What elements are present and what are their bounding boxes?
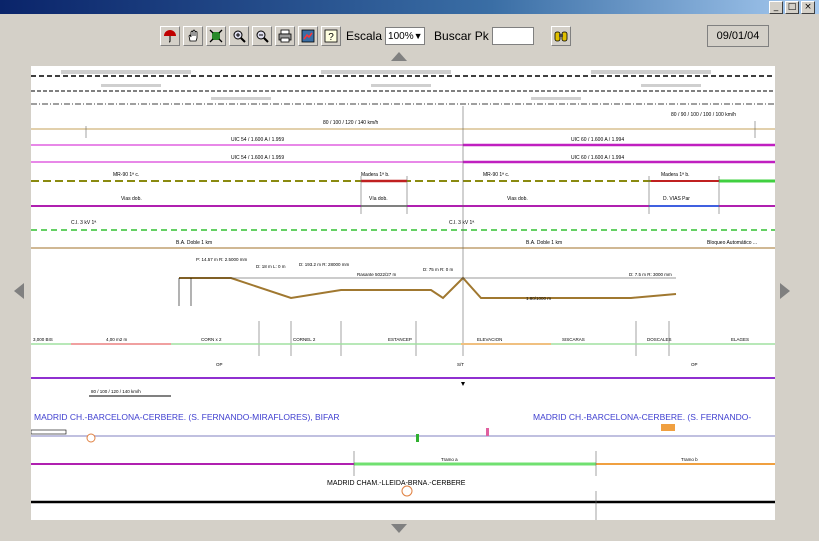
ballast-mid-label: Vía dob. xyxy=(369,196,388,202)
window-title-bar xyxy=(0,0,819,14)
zoom-fit-button[interactable] xyxy=(206,26,226,46)
profile-note-2: D: 18 m L: 0 m xyxy=(256,264,286,269)
catenary-right-label: C.I. 3 kV 1ª xyxy=(449,220,474,226)
zoom-fit-icon xyxy=(209,29,223,43)
station-1: 4,00 m2 m xyxy=(106,337,128,342)
scale-select[interactable]: 100% ▼ xyxy=(385,27,426,45)
rail-right-2-label: UIC 60 / 1.600 A / 1.994 xyxy=(571,155,624,161)
sleeper-left-label: MR-90 1ª c. xyxy=(113,172,139,178)
catenary-left-label: C.I. 3 kV 1ª xyxy=(71,220,96,226)
search-pk-label: Buscar Pk xyxy=(434,29,489,43)
sleeper-right-label: MR-90 1ª c. xyxy=(483,172,509,178)
sleeper-mid-label: Madera 1ª b. xyxy=(361,172,390,178)
section-mid-label: Tramo a xyxy=(441,457,458,462)
line-diagram-canvas[interactable]: 80 / 100 / 120 / 140 km/h 80 / 90 / 100 … xyxy=(30,66,775,520)
binoculars-icon xyxy=(554,31,568,42)
print-icon xyxy=(278,29,292,43)
search-pk-button[interactable] xyxy=(550,26,571,46)
toolbar: ? Escala 100% ▼ Buscar Pk xyxy=(160,24,615,48)
hand-tool-button[interactable] xyxy=(183,26,203,46)
route-black-label: MADRID CHAM.-LLEIDA-BRNA.-CERBERE xyxy=(327,480,466,487)
hand-icon xyxy=(188,29,198,42)
profile-note-4: Rasante 5022/27 m xyxy=(357,272,397,277)
profile-note-3: D: 193.2 m R: 28000 mm xyxy=(299,262,350,267)
date-display: 09/01/04 xyxy=(707,25,769,47)
op-mid-label: S/T xyxy=(457,362,464,367)
umbrella-icon xyxy=(164,30,176,43)
station-2: CORN x 2 xyxy=(201,337,222,342)
zoom-in-button[interactable] xyxy=(229,26,249,46)
op-right-label: OP xyxy=(691,362,698,367)
speed-top-right-label: 80 / 90 / 100 / 100 / 100 km/h xyxy=(671,112,736,118)
zoom-out-icon xyxy=(256,30,269,43)
ballast-right-label: Vias dob. xyxy=(507,196,528,202)
profile-note-1: P: 14.57 m R: 2.5000 mm xyxy=(196,257,248,262)
svg-text:?: ? xyxy=(328,32,334,43)
station-4: ESTANCEP xyxy=(388,337,412,342)
ballast-left-label: Vias dob. xyxy=(121,196,142,202)
station-5: ELEVACION xyxy=(477,337,502,342)
rail-right-1-label: UIC 60 / 1.600 A / 1.994 xyxy=(571,137,624,143)
scroll-up-arrow[interactable] xyxy=(391,52,407,61)
station-3: CORNEL 2 xyxy=(293,337,316,342)
route-blue-right: MADRID CH.-BARCELONA-CERBERE. (S. FERNAN… xyxy=(533,412,751,422)
scroll-right-arrow[interactable] xyxy=(780,283,790,299)
station-6: SISCARAS xyxy=(562,337,585,342)
close-button[interactable]: × xyxy=(801,1,815,14)
speed-bottom-label: 80 / 100 / 120 / 140 km/h xyxy=(91,389,141,394)
signal-right-label: B.A. Doble 1 km xyxy=(526,240,562,246)
station-left: 3,000 BIS xyxy=(33,337,53,342)
ballast-far-label: D. VIAS Par xyxy=(663,196,690,202)
scale-value: 100% xyxy=(388,30,414,42)
rail-left-2-label: UIC 54 / 1.600 A / 1.959 xyxy=(231,155,284,161)
scale-label: Escala xyxy=(346,29,383,43)
export-button[interactable] xyxy=(298,26,318,46)
chevron-down-icon: ▼ xyxy=(413,31,423,41)
section-right-label: Tramo b xyxy=(681,457,698,462)
line-diagram: 80 / 100 / 120 / 140 km/h 80 / 90 / 100 … xyxy=(30,70,775,520)
profile-note-5: D: 75 m R: 0 m xyxy=(423,267,454,272)
sleeper-far-label: Madera 1ª b. xyxy=(661,172,690,178)
minimize-button[interactable]: _ xyxy=(769,1,783,14)
signal-far-label: Bloqueo Automático ... xyxy=(707,240,757,246)
umbrella-tool-button[interactable] xyxy=(160,26,180,46)
print-button[interactable] xyxy=(275,26,295,46)
profile-note-6: D: 7.5 m R: 3000 mm xyxy=(629,272,672,277)
speed-top-label: 80 / 100 / 120 / 140 km/h xyxy=(323,120,379,126)
zoom-out-button[interactable] xyxy=(252,26,272,46)
help-button[interactable]: ? xyxy=(321,26,341,46)
scroll-down-arrow[interactable] xyxy=(391,524,407,533)
station-8: ELAGES xyxy=(731,337,749,342)
route-blue-left: MADRID CH.-BARCELONA-CERBERE. (S. FERNAN… xyxy=(34,412,340,422)
export-icon xyxy=(301,29,315,43)
help-icon: ? xyxy=(324,29,338,43)
zoom-in-icon xyxy=(233,30,246,43)
search-pk-input[interactable] xyxy=(491,27,534,45)
window-controls: _ □ × xyxy=(769,1,815,14)
profile-grade-label: 1.80/1000 m xyxy=(526,296,551,301)
signal-left-label: B.A. Doble 1 km xyxy=(176,240,212,246)
station-7: DOSCALES xyxy=(647,337,672,342)
scroll-left-arrow[interactable] xyxy=(14,283,24,299)
op-left-label: OP xyxy=(216,362,223,367)
rail-left-1-label: UIC 54 / 1.600 A / 1.959 xyxy=(231,137,284,143)
maximize-button[interactable]: □ xyxy=(785,1,799,14)
